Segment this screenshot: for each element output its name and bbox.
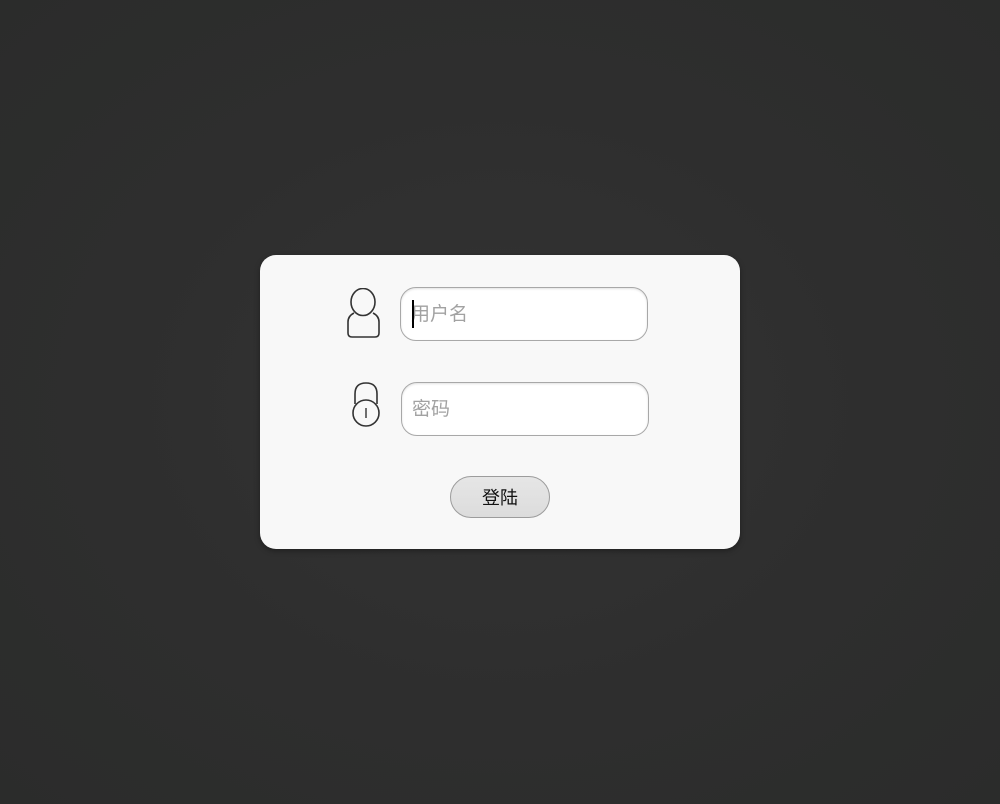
username-input[interactable] xyxy=(400,287,648,341)
user-icon xyxy=(347,288,380,338)
login-card: 登陆 xyxy=(260,255,740,549)
lock-icon xyxy=(352,382,380,427)
password-input[interactable] xyxy=(401,382,649,436)
login-button[interactable]: 登陆 xyxy=(450,476,550,518)
text-caret xyxy=(412,300,414,328)
